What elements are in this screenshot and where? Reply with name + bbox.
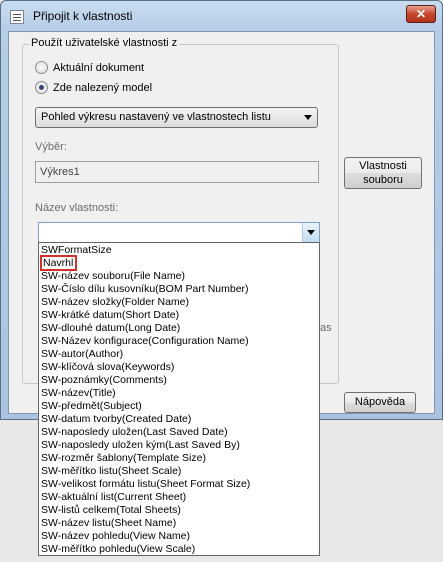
list-item[interactable]: SW-Číslo dílu kusovníku(BOM Part Number) [39, 283, 319, 296]
list-item-label: SW-naposledy uložen kým(Last Saved By) [41, 439, 240, 451]
list-item-label: SW-naposledy uložen(Last Saved Date) [41, 426, 228, 438]
selection-label: Výběr: [35, 141, 67, 153]
list-item-label: SW-měřítko listu(Sheet Scale) [41, 465, 182, 477]
list-item-label: SW-dlouhé datum(Long Date) [41, 322, 181, 334]
list-item[interactable]: SW-naposledy uložen kým(Last Saved By) [39, 439, 319, 452]
selection-field[interactable]: Výkres1 [35, 161, 319, 183]
list-item-label: SW-název(Title) [41, 387, 116, 399]
list-item[interactable]: SW-název listu(Sheet Name) [39, 517, 319, 530]
list-item-label: SW-měřítko pohledu(View Scale) [41, 543, 196, 555]
list-item-label: SW-krátké datum(Short Date) [41, 309, 180, 321]
list-item[interactable]: SW-autor(Author) [39, 348, 319, 361]
radio-button-checked[interactable] [35, 81, 48, 94]
help-button-label: Nápověda [354, 396, 406, 408]
radio-label: Zde nalezený model [53, 81, 153, 94]
list-item-label: SW-autor(Author) [41, 348, 124, 360]
list-item[interactable]: SW-název pohledu(View Name) [39, 530, 319, 543]
close-button[interactable]: ✕ [406, 5, 436, 23]
property-name-label: Název vlastnosti: [35, 202, 119, 214]
document-icon [10, 10, 24, 24]
help-button[interactable]: Nápověda [344, 392, 416, 413]
chevron-down-icon [304, 115, 312, 120]
list-item-label: SW-listů celkem(Total Sheets) [41, 504, 181, 516]
radio-button[interactable] [35, 61, 48, 74]
title-bar[interactable]: Připojit k vlastnosti ✕ [1, 1, 442, 31]
list-item-label: SW-datum tvorby(Created Date) [41, 413, 192, 425]
radio-current-document[interactable]: Aktuální dokument [35, 61, 144, 74]
view-select[interactable]: Pohled výkresu nastavený ve vlastnostech… [35, 107, 318, 128]
list-item[interactable]: SW-název složky(Folder Name) [39, 296, 319, 309]
list-item[interactable]: SW-klíčová slova(Keywords) [39, 361, 319, 374]
file-properties-label-2: souboru [363, 174, 403, 186]
list-item[interactable]: SW-měřítko pohledu(View Scale) [39, 543, 319, 555]
list-item[interactable]: SW-listů celkem(Total Sheets) [39, 504, 319, 517]
property-dropdown-list[interactable]: SWFormatSize Navrhl SW-název souboru(File … [38, 242, 320, 556]
list-item-label: SW-název listu(Sheet Name) [41, 517, 177, 529]
list-item-label: SW-název souboru(File Name) [41, 270, 185, 282]
list-item[interactable]: SW-naposledy uložen(Last Saved Date) [39, 426, 319, 439]
file-properties-button[interactable]: Vlastnosti souboru [344, 157, 422, 189]
list-item[interactable]: SW-název souboru(File Name) [39, 270, 319, 283]
list-item[interactable]: SW-poznámky(Comments) [39, 374, 319, 387]
window-title: Připojit k vlastnosti [33, 9, 133, 23]
property-name-combo[interactable] [38, 222, 320, 243]
obscured-text: as [320, 322, 332, 334]
close-icon: ✕ [415, 7, 427, 21]
list-item-label: Navrhl [39, 255, 78, 271]
list-item[interactable]: SW-aktuální list(Current Sheet) [39, 491, 319, 504]
list-item-highlighted[interactable]: Navrhl [39, 255, 319, 271]
list-item[interactable]: SW-velikost formátu listu(Sheet Format S… [39, 478, 319, 491]
list-item-label: SW-aktuální list(Current Sheet) [41, 491, 187, 503]
list-item[interactable]: SW-dlouhé datum(Long Date) [39, 322, 319, 335]
list-item-label: SW-název pohledu(View Name) [41, 530, 191, 542]
group-label: Použít uživatelské vlastnosti z [29, 37, 180, 49]
list-item-label: SW-velikost formátu listu(Sheet Format S… [41, 478, 251, 490]
list-item[interactable]: SW-rozměr šablony(Template Size) [39, 452, 319, 465]
list-item-label: SW-rozměr šablony(Template Size) [41, 452, 206, 464]
list-item-label: SW-Název konfigurace(Configuration Name) [41, 335, 249, 347]
list-item[interactable]: SW-datum tvorby(Created Date) [39, 413, 319, 426]
radio-label: Aktuální dokument [53, 61, 145, 74]
list-item[interactable]: SW-měřítko listu(Sheet Scale) [39, 465, 319, 478]
file-properties-label-1: Vlastnosti [359, 160, 407, 172]
list-item[interactable]: SW-Název konfigurace(Configuration Name) [39, 335, 319, 348]
list-item[interactable]: SW-název(Title) [39, 387, 319, 400]
list-item-label: SW-název složky(Folder Name) [41, 296, 190, 308]
list-item-label: SW-poznámky(Comments) [41, 374, 167, 386]
list-item-label: SW-předmět(Subject) [41, 400, 142, 412]
radio-model-found-here[interactable]: Zde nalezený model [35, 81, 152, 94]
list-item-label: SW-klíčová slova(Keywords) [41, 361, 175, 373]
chevron-down-icon[interactable] [302, 223, 319, 242]
selection-value: Výkres1 [40, 166, 80, 178]
list-item-label: SW-Číslo dílu kusovníku(BOM Part Number) [41, 283, 249, 295]
list-item[interactable]: SWFormatSize [39, 244, 319, 257]
list-item-label: SWFormatSize [41, 244, 112, 256]
view-select-value: Pohled výkresu nastavený ve vlastnostech… [41, 111, 271, 123]
list-item[interactable]: SW-předmět(Subject) [39, 400, 319, 413]
list-item[interactable]: SW-krátké datum(Short Date) [39, 309, 319, 322]
